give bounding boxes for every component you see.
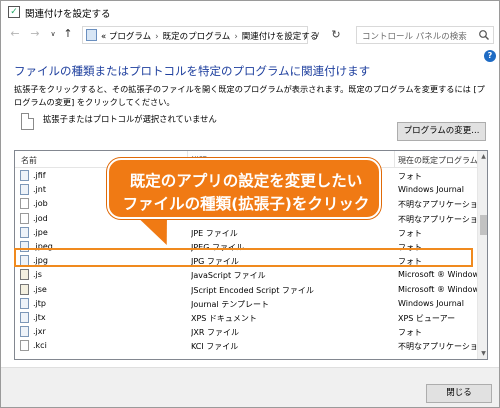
breadcrumb-set-associations[interactable]: 関連付けを設定する xyxy=(242,32,319,42)
extension-description: JScript Encoded Script ファイル xyxy=(191,285,314,295)
search-input[interactable]: コントロール パネルの検索 xyxy=(356,26,494,44)
table-row[interactable]: .jxr JXR ファイル フォト xyxy=(15,325,477,339)
table-row[interactable]: .kci KCI ファイル 不明なアプリケーション xyxy=(15,339,478,353)
default-program: フォト xyxy=(398,328,422,338)
table-row[interactable]: .jtp Journal テンプレート Windows Journal xyxy=(15,297,477,311)
image-file-icon xyxy=(20,326,29,338)
default-program: 不明なアプリケーション xyxy=(398,342,478,352)
address-bar[interactable]: « プログラム › 既定のプログラム › 関連付けを設定する xyxy=(82,26,318,44)
script-file-icon xyxy=(20,269,29,281)
extension-description: Journal テンプレート xyxy=(191,299,269,309)
default-program: Windows Journal xyxy=(398,298,464,308)
refresh-icon[interactable]: ↻ xyxy=(329,27,343,43)
jpg-row-highlight xyxy=(14,248,473,267)
breadcrumb-separator: › xyxy=(155,32,159,42)
title-bar: ✓ 関連付けを設定する xyxy=(1,1,499,23)
extension-description: JavaScript ファイル xyxy=(191,271,266,281)
back-arrow-icon[interactable]: ← xyxy=(8,27,22,41)
table-row[interactable]: .jtx XPS ドキュメント XPS ビューアー xyxy=(15,311,477,325)
breadcrumb-separator: › xyxy=(234,32,238,42)
default-program: Microsoft ® Windows xyxy=(398,284,478,294)
no-selection-text: 拡張子またはプロトコルが選択されていません xyxy=(43,114,217,124)
navigation-bar: ← → ∨ ↑ « プログラム › 既定のプログラム › 関連付けを設定する ∨ ↻ コ… xyxy=(1,23,499,47)
breadcrumb-default-programs[interactable]: 既定のプログラム xyxy=(163,32,231,42)
extension-description: JXR ファイル xyxy=(191,328,239,338)
recent-locations-dropdown-icon[interactable]: ∨ xyxy=(46,27,60,41)
extension-name: .jtp xyxy=(33,298,46,308)
column-divider[interactable] xyxy=(394,151,395,168)
extension-description: KCI ファイル xyxy=(191,342,239,352)
extension-name: .jtx xyxy=(33,313,46,322)
help-icon[interactable]: ? xyxy=(484,50,496,62)
search-placeholder: コントロール パネルの検索 xyxy=(362,32,467,42)
blank-file-icon xyxy=(21,113,34,130)
default-program: フォト xyxy=(398,172,422,181)
blank-file-icon xyxy=(20,340,29,352)
image-file-icon xyxy=(20,170,29,181)
page-description: 拡張子をクリックすると、その拡張子のファイルを開く既定のプログラムが表示されます… xyxy=(14,84,485,107)
extension-name: .js xyxy=(33,270,42,280)
vertical-scrollbar[interactable]: ▲ ▼ xyxy=(477,151,487,359)
script-file-icon xyxy=(20,283,29,295)
blank-file-icon xyxy=(20,198,29,210)
checkmark-window-icon: ✓ xyxy=(8,6,20,18)
default-program: Windows Journal xyxy=(398,185,464,195)
breadcrumb-programs[interactable]: プログラム xyxy=(109,32,151,42)
window-title: 関連付けを設定する xyxy=(25,9,111,20)
default-program: XPS ビューアー xyxy=(398,314,456,323)
search-icon[interactable] xyxy=(478,29,490,41)
extension-description: JPE ファイル xyxy=(191,228,238,238)
extension-description: XPS ドキュメント xyxy=(191,314,257,323)
up-arrow-icon[interactable]: ↑ xyxy=(61,27,75,41)
default-program: Microsoft ® Windows xyxy=(398,270,478,280)
default-program: 不明なアプリケーション xyxy=(398,214,478,224)
column-header-name[interactable]: 名前 xyxy=(21,155,37,166)
page-title: ファイルの種類またはプロトコルを特定のプログラムに関連付けます xyxy=(14,64,371,78)
extension-name: .jse xyxy=(33,284,47,294)
close-button[interactable]: 閉じる xyxy=(426,384,492,403)
scroll-down-icon[interactable]: ▼ xyxy=(478,348,487,359)
callout-line-2: ファイルの種類(拡張子)をクリック xyxy=(122,195,370,213)
dialog-footer: 閉じる xyxy=(1,367,499,407)
breadcrumb-overflow[interactable]: « xyxy=(101,32,106,42)
change-program-button[interactable]: プログラムの変更... xyxy=(397,122,486,141)
scroll-up-icon[interactable]: ▲ xyxy=(478,151,487,162)
scrollbar-thumb[interactable] xyxy=(480,215,487,235)
callout-line-1: 既定のアプリの設定を変更したい xyxy=(129,172,363,190)
image-file-icon xyxy=(20,226,29,238)
column-header-current-program[interactable]: 現在の既定プログラム xyxy=(398,155,478,166)
default-program: フォト xyxy=(398,228,422,238)
table-row[interactable]: .jse JScript Encoded Script ファイル Microsoft… xyxy=(15,283,478,297)
control-panel-icon xyxy=(86,29,97,41)
table-row[interactable]: .jpe JPE ファイル フォト xyxy=(15,226,477,240)
image-file-icon xyxy=(20,297,29,309)
breadcrumb: « プログラム › 既定のプログラム › 関連付けを設定する xyxy=(101,30,318,42)
instruction-callout: 既定のアプリの設定を変更したい ファイルの種類(拡張子)をクリック xyxy=(107,158,381,219)
forward-arrow-icon[interactable]: → xyxy=(28,27,42,41)
blank-file-icon xyxy=(20,212,29,224)
set-associations-window: ✓ 関連付けを設定する ← → ∨ ↑ « プログラム › 既定のプログラム › 関連付… xyxy=(0,0,500,408)
address-dropdown-icon[interactable]: ∨ xyxy=(311,27,323,43)
default-program: 不明なアプリケーション xyxy=(398,200,478,210)
image-file-icon xyxy=(20,312,29,323)
extension-name: .kci xyxy=(33,341,47,351)
table-row[interactable]: .js JavaScript ファイル Microsoft ® Windows xyxy=(15,268,478,282)
extension-name: .jxr xyxy=(33,327,46,337)
image-file-icon xyxy=(20,184,29,196)
